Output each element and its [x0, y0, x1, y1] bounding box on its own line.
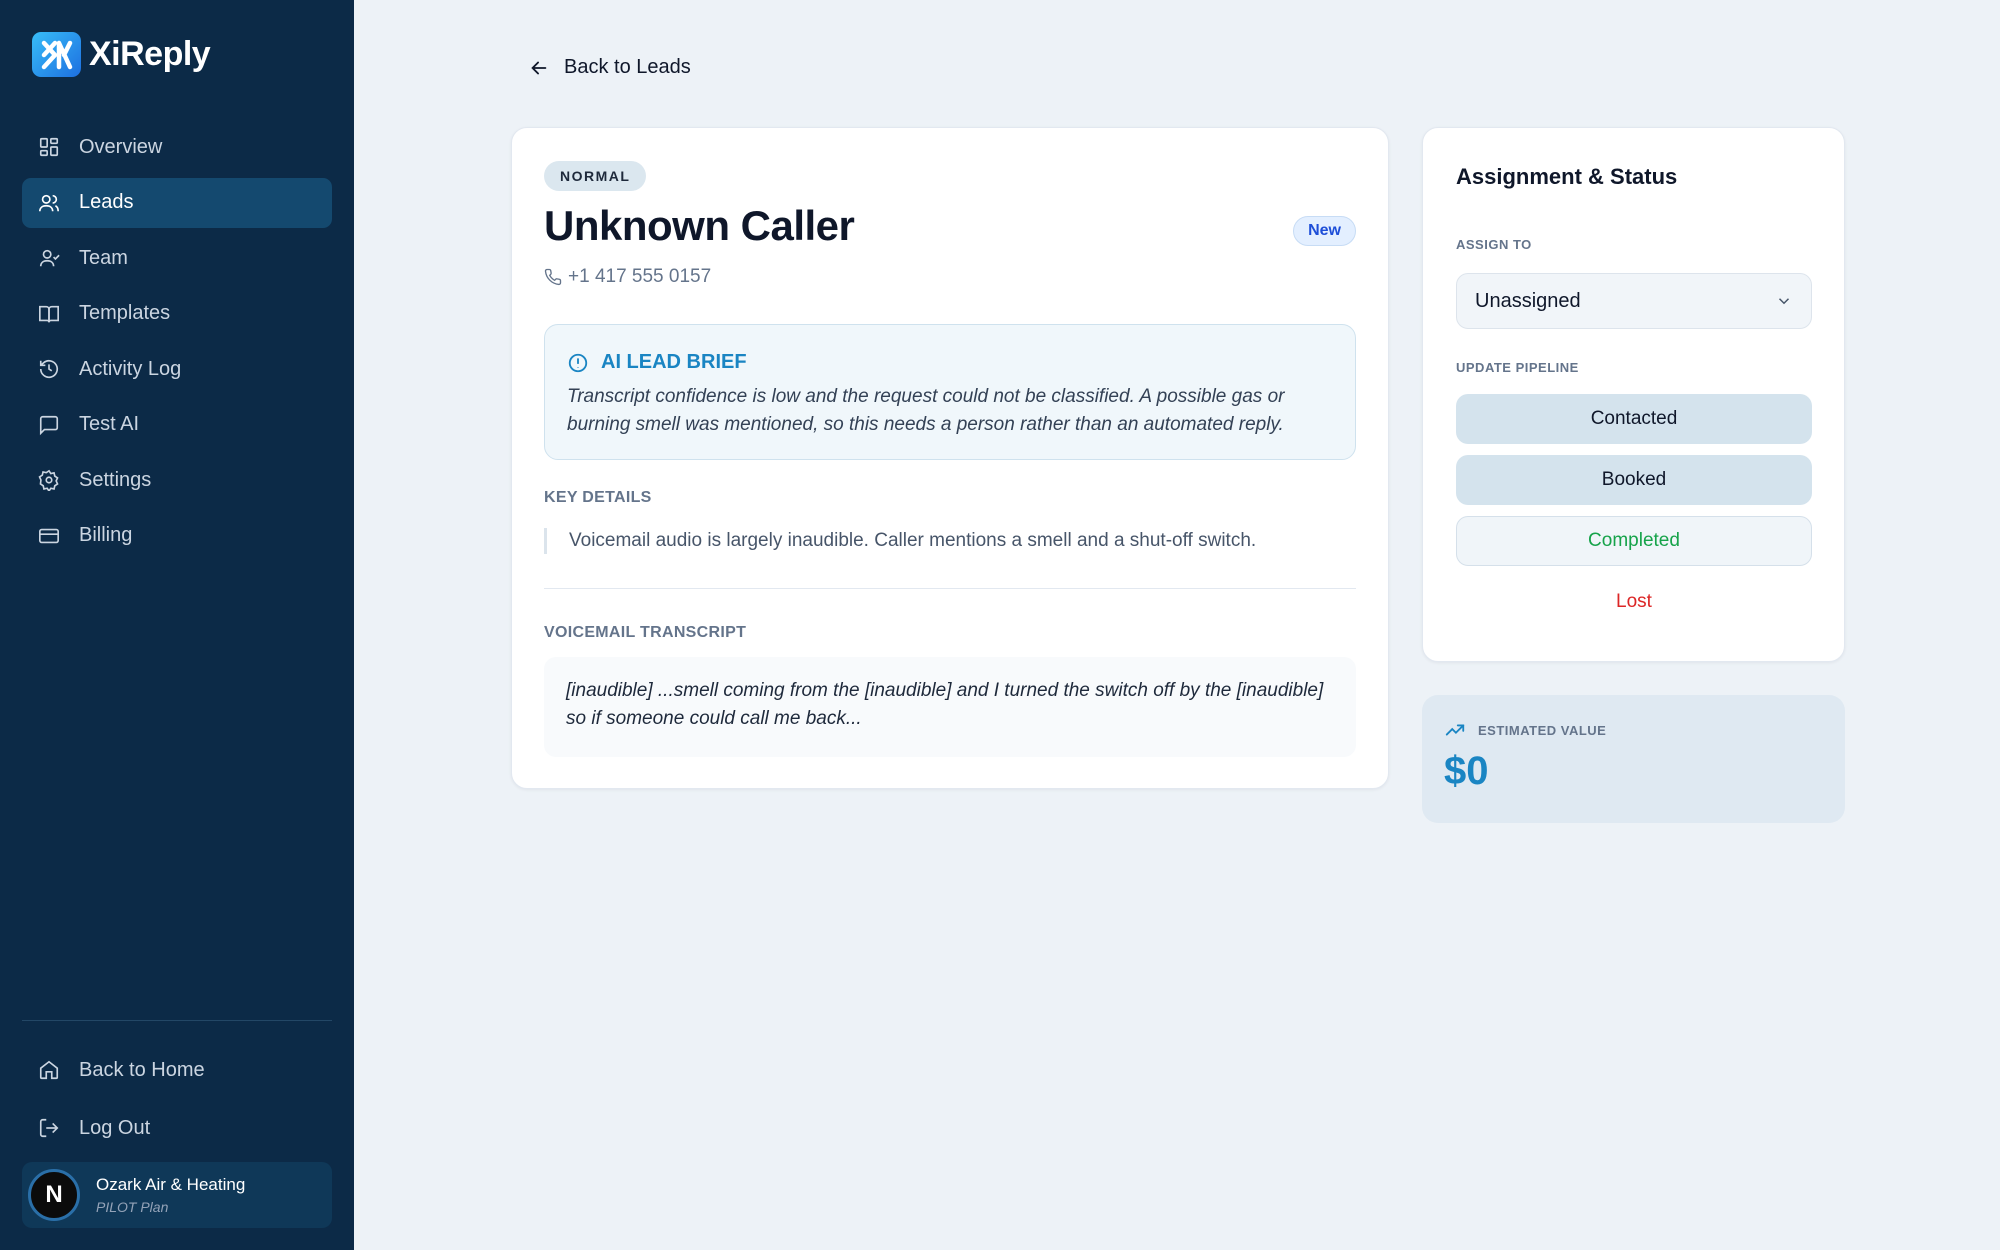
- sidebar-item-label: Log Out: [79, 1116, 151, 1139]
- sidebar-item-overview[interactable]: Overview: [22, 122, 332, 172]
- assign-to-select[interactable]: Unassigned: [1456, 273, 1812, 329]
- sidebar-item-label: Overview: [79, 135, 163, 158]
- users-icon: [39, 194, 59, 211]
- sidebar-item-log-out[interactable]: Log Out: [22, 1103, 332, 1153]
- completed-button[interactable]: Completed: [1456, 516, 1812, 566]
- sidebar-item-label: Activity Log: [79, 357, 182, 380]
- sidebar-item-label: Team: [79, 246, 128, 269]
- ai-lead-brief: AI LEAD BRIEF Transcript confidence is l…: [544, 324, 1356, 460]
- account-name: Ozark Air & Heating: [96, 1175, 246, 1194]
- sidebar-item-activity-log[interactable]: Activity Log: [22, 344, 332, 394]
- sidebar-item-label: Settings: [79, 468, 152, 491]
- account-card[interactable]: N Ozark Air & Heating PILOT Plan: [22, 1162, 332, 1228]
- lead-phone[interactable]: +1 417 555 0157: [544, 266, 711, 288]
- trending-up-icon: [1445, 724, 1465, 736]
- phone-icon: [544, 268, 562, 286]
- estimated-value-label: ESTIMATED VALUE: [1478, 722, 1607, 738]
- sidebar-item-team[interactable]: Team: [22, 233, 332, 283]
- status-badge: New: [1293, 216, 1356, 246]
- account-plan: PILOT Plan: [96, 1199, 169, 1215]
- section-divider: [544, 588, 1356, 589]
- sidebar: XiReply Overview Leads Team Templates Ac…: [0, 0, 354, 1250]
- credit-card-icon: [39, 528, 59, 543]
- panel-title: Assignment & Status: [1456, 164, 1678, 189]
- sidebar-item-settings[interactable]: Settings: [22, 455, 332, 505]
- sidebar-nav: Overview Leads Team Templates Activity L…: [22, 122, 332, 566]
- book-icon: [39, 305, 59, 322]
- assign-to-label: ASSIGN TO: [1456, 237, 1532, 252]
- sidebar-item-label: Test AI: [79, 413, 140, 435]
- home-icon: [39, 1060, 59, 1080]
- history-icon: [39, 360, 59, 379]
- gear-icon: [38, 469, 59, 491]
- sidebar-item-test-ai[interactable]: Test AI: [22, 400, 332, 450]
- estimated-value-card: ESTIMATED VALUE $0: [1422, 695, 1845, 823]
- voicemail-transcript: [inaudible] ...smell coming from the [in…: [544, 657, 1356, 757]
- sidebar-item-label: Templates: [79, 302, 171, 324]
- contacted-button[interactable]: Contacted: [1456, 394, 1812, 444]
- ai-brief-title: AI LEAD BRIEF: [601, 351, 747, 373]
- sidebar-item-leads[interactable]: Leads: [22, 177, 332, 228]
- ai-brief-text: Transcript confidence is low and the req…: [567, 386, 1285, 435]
- sidebar-bottom-nav: Back to Home Log Out: [22, 1045, 332, 1161]
- logout-icon: [39, 1118, 59, 1138]
- sidebar-item-back-to-home[interactable]: Back to Home: [22, 1045, 332, 1095]
- user-group-icon: [39, 249, 60, 267]
- assignment-status-card: Assignment & Status ASSIGN TO Unassigned…: [1422, 127, 1845, 662]
- key-details-label: KEY DETAILS: [544, 489, 652, 506]
- xireply-logo-icon: [32, 32, 81, 77]
- lead-detail-card: NORMAL Unknown Caller New +1 417 555 015…: [511, 127, 1389, 789]
- key-details-text: Voicemail audio is largely inaudible. Ca…: [544, 528, 1356, 554]
- sidebar-item-templates[interactable]: Templates: [22, 289, 332, 339]
- booked-button[interactable]: Booked: [1456, 455, 1812, 505]
- back-to-leads-label: Back to Leads: [564, 56, 691, 78]
- avatar: N: [28, 1169, 80, 1221]
- sidebar-item-label: Billing: [79, 524, 133, 546]
- chevron-down-icon: [1778, 298, 1790, 305]
- alert-circle-icon: [568, 353, 588, 372]
- arrow-left-icon: [531, 61, 547, 74]
- brand-name: XiReply: [89, 35, 211, 73]
- lead-name: Unknown Caller: [544, 202, 855, 249]
- priority-badge: NORMAL: [544, 161, 647, 191]
- sidebar-item-label: Back to Home: [79, 1058, 205, 1081]
- sidebar-item-billing[interactable]: Billing: [22, 511, 332, 561]
- update-pipeline-label: UPDATE PIPELINE: [1456, 360, 1579, 375]
- voicemail-transcript-label: VOICEMAIL TRANSCRIPT: [544, 624, 747, 641]
- assign-to-value: Unassigned: [1475, 289, 1581, 312]
- estimated-value-amount: $0: [1444, 749, 1489, 793]
- sidebar-divider: [22, 1020, 332, 1021]
- chat-icon: [39, 415, 59, 435]
- sidebar-item-label: Leads: [79, 191, 134, 213]
- lost-button[interactable]: Lost: [1456, 577, 1812, 627]
- phone-number: +1 417 555 0157: [568, 266, 712, 287]
- brand-logo[interactable]: XiReply: [32, 32, 211, 77]
- back-to-leads-link[interactable]: Back to Leads: [528, 56, 691, 79]
- grid-icon: [39, 137, 59, 157]
